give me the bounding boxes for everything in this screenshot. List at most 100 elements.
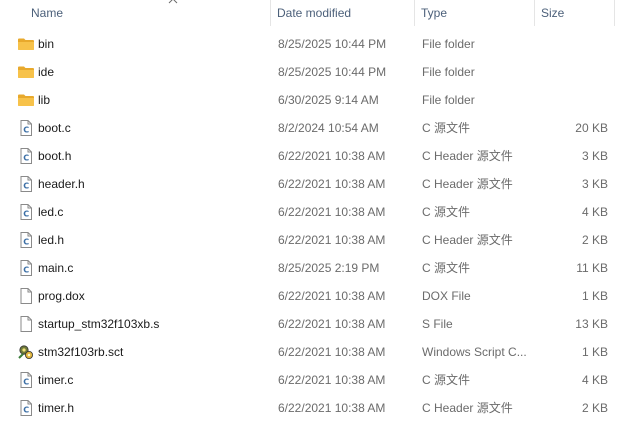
column-header-name-label: Name — [31, 6, 64, 20]
file-date-modified: 8/25/2025 10:44 PM — [278, 37, 387, 51]
column-header-type[interactable]: Type — [415, 0, 535, 26]
file-size: 4 KB — [581, 205, 608, 219]
svg-text:C: C — [23, 237, 29, 246]
c-file-icon: C — [17, 203, 35, 221]
c-file-icon: C — [17, 147, 35, 165]
file-type: C Header 源文件 — [422, 233, 513, 247]
file-type: Windows Script C... — [422, 345, 527, 359]
svg-text:C: C — [23, 377, 29, 386]
svg-text:C: C — [23, 181, 29, 190]
svg-text:C: C — [23, 405, 29, 414]
folder-icon — [17, 91, 35, 109]
file-type: S File — [422, 317, 453, 331]
list-item[interactable]: ide 8/25/2025 10:44 PM File folder — [0, 58, 625, 86]
list-item[interactable]: C header.h 6/22/2021 10:38 AM C Header 源… — [0, 170, 625, 198]
file-size: 1 KB — [581, 289, 608, 303]
file-size: 13 KB — [575, 317, 608, 331]
file-name: startup_stm32f103xb.s — [38, 317, 160, 331]
file-name: header.h — [38, 177, 85, 191]
list-item[interactable]: C led.h 6/22/2021 10:38 AM C Header 源文件 … — [0, 226, 625, 254]
c-file-icon: C — [17, 259, 35, 277]
file-size: 3 KB — [581, 149, 608, 163]
file-date-modified: 8/25/2025 2:19 PM — [278, 261, 380, 275]
list-item[interactable]: C led.c 6/22/2021 10:38 AM C 源文件 4 KB — [0, 198, 625, 226]
c-file-icon: C — [17, 231, 35, 249]
column-header-size[interactable]: Size — [535, 0, 615, 26]
file-name: boot.c — [38, 121, 71, 135]
svg-text:C: C — [23, 265, 29, 274]
file-name: bin — [38, 37, 55, 51]
file-name: timer.c — [38, 373, 74, 387]
column-header-size-label: Size — [541, 6, 565, 20]
script-file-icon — [17, 343, 35, 361]
column-header-date-label: Date modified — [277, 6, 352, 20]
file-type: File folder — [422, 37, 475, 51]
c-file-icon: C — [17, 399, 35, 417]
file-name: led.h — [38, 233, 65, 247]
file-date-modified: 6/30/2025 9:14 AM — [278, 93, 379, 107]
file-type: C Header 源文件 — [422, 401, 513, 415]
blank-file-icon — [17, 287, 35, 305]
list-item[interactable]: C timer.c 6/22/2021 10:38 AM C 源文件 4 KB — [0, 366, 625, 394]
file-size: 4 KB — [581, 373, 608, 387]
file-date-modified: 6/22/2021 10:38 AM — [278, 149, 386, 163]
file-type: C 源文件 — [422, 205, 471, 219]
folder-icon — [17, 63, 35, 81]
file-date-modified: 8/25/2025 10:44 PM — [278, 65, 387, 79]
file-type: File folder — [422, 93, 475, 107]
file-type: DOX File — [422, 289, 471, 303]
file-date-modified: 6/22/2021 10:38 AM — [278, 345, 386, 359]
file-type: C Header 源文件 — [422, 177, 513, 191]
list-item[interactable]: lib 6/30/2025 9:14 AM File folder — [0, 86, 625, 114]
file-type: File folder — [422, 65, 475, 79]
sort-ascending-icon — [168, 0, 178, 4]
file-name: ide — [38, 65, 55, 79]
svg-text:C: C — [23, 125, 29, 134]
file-name: prog.dox — [38, 289, 85, 303]
file-explorer-view: Name Date modified Type Size bin 8/25/20… — [0, 0, 625, 429]
file-size: 2 KB — [581, 233, 608, 247]
column-header-type-label: Type — [421, 6, 448, 20]
c-file-icon: C — [17, 371, 35, 389]
file-date-modified: 6/22/2021 10:38 AM — [278, 177, 386, 191]
column-header-date[interactable]: Date modified — [271, 0, 415, 26]
file-list: bin 8/25/2025 10:44 PM File folder ide 8… — [0, 30, 625, 422]
list-item[interactable]: C timer.h 6/22/2021 10:38 AM C Header 源文… — [0, 394, 625, 422]
file-name: lib — [38, 93, 51, 107]
file-name: timer.h — [38, 401, 75, 415]
file-name: led.c — [38, 205, 64, 219]
file-name: stm32f103rb.sct — [38, 345, 124, 359]
list-item[interactable]: prog.dox 6/22/2021 10:38 AM DOX File 1 K… — [0, 282, 625, 310]
blank-file-icon — [17, 315, 35, 333]
file-size: 11 KB — [576, 261, 608, 275]
file-date-modified: 8/2/2024 10:54 AM — [278, 121, 379, 135]
column-header-bar: Name Date modified Type Size — [0, 0, 625, 26]
file-type: C 源文件 — [422, 373, 471, 387]
list-item[interactable]: stm32f103rb.sct 6/22/2021 10:38 AM Windo… — [0, 338, 625, 366]
column-header-name[interactable]: Name — [25, 0, 271, 26]
file-date-modified: 6/22/2021 10:38 AM — [278, 373, 386, 387]
list-item[interactable]: bin 8/25/2025 10:44 PM File folder — [0, 30, 625, 58]
list-item[interactable]: C boot.c 8/2/2024 10:54 AM C 源文件 20 KB — [0, 114, 625, 142]
svg-text:C: C — [23, 153, 29, 162]
file-name: boot.h — [38, 149, 72, 163]
file-date-modified: 6/22/2021 10:38 AM — [278, 289, 386, 303]
file-size: 3 KB — [581, 177, 608, 191]
file-type: C 源文件 — [422, 261, 471, 275]
file-size — [540, 86, 608, 114]
list-item[interactable]: C main.c 8/25/2025 2:19 PM C 源文件 11 KB — [0, 254, 625, 282]
file-size: 2 KB — [581, 401, 608, 415]
c-file-icon: C — [17, 119, 35, 137]
file-name: main.c — [38, 261, 74, 275]
file-type: C 源文件 — [422, 121, 471, 135]
list-item[interactable]: C boot.h 6/22/2021 10:38 AM C Header 源文件… — [0, 142, 625, 170]
list-item[interactable]: startup_stm32f103xb.s 6/22/2021 10:38 AM… — [0, 310, 625, 338]
file-date-modified: 6/22/2021 10:38 AM — [278, 401, 386, 415]
file-date-modified: 6/22/2021 10:38 AM — [278, 317, 386, 331]
file-date-modified: 6/22/2021 10:38 AM — [278, 205, 386, 219]
svg-text:C: C — [23, 209, 29, 218]
file-size: 1 KB — [581, 345, 608, 359]
c-file-icon: C — [17, 175, 35, 193]
file-date-modified: 6/22/2021 10:38 AM — [278, 233, 386, 247]
folder-icon — [17, 35, 35, 53]
